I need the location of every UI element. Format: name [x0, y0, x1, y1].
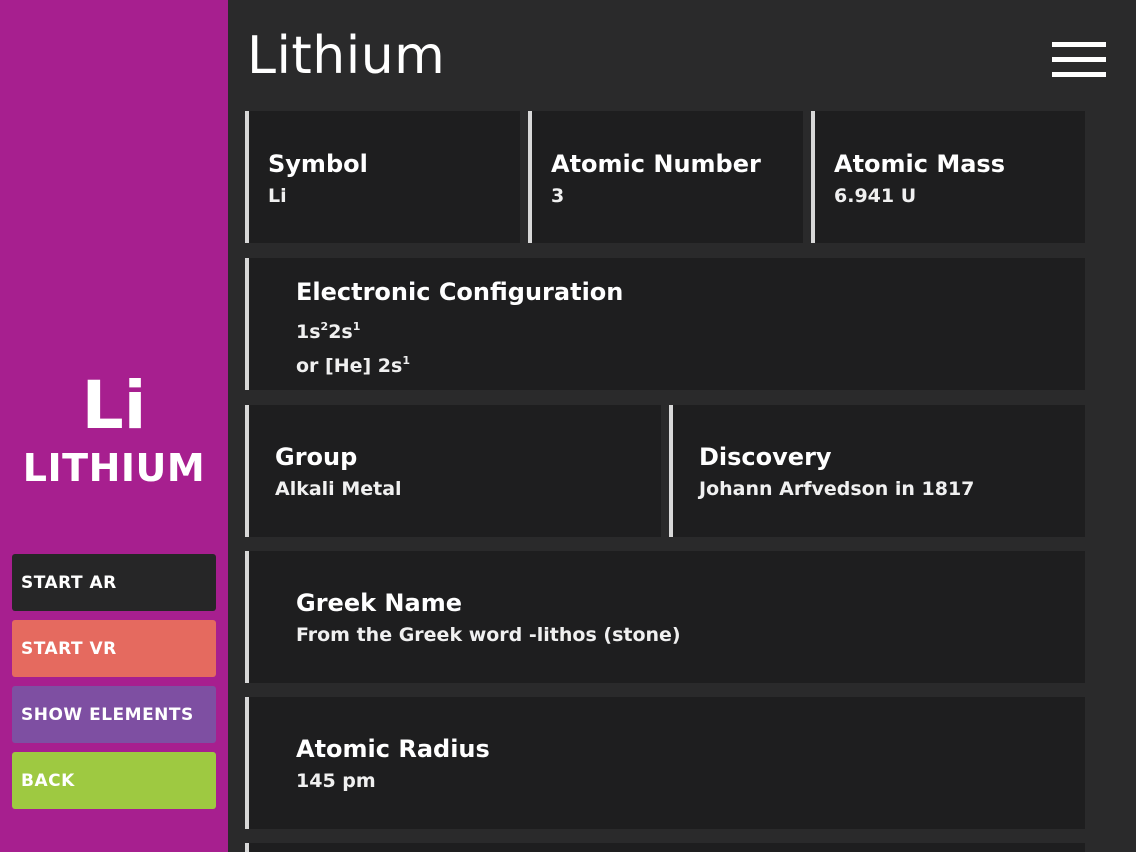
symbol-value: Li	[268, 185, 287, 207]
config-superscript: 1	[352, 320, 361, 333]
discovery-card: Discovery Johann Arfvedson in 1817	[669, 405, 1085, 537]
discovery-value: Johann Arfvedson in 1817	[699, 478, 975, 500]
electronic-configuration-card: Electronic Configuration 1s22s1 or [He] …	[245, 258, 1085, 390]
config-term: 2s	[328, 321, 353, 343]
group-card: Group Alkali Metal	[245, 405, 661, 537]
group-value: Alkali Metal	[275, 478, 402, 500]
config-term: 1s	[296, 321, 321, 343]
atomic-radius-card: Atomic Radius 145 pm	[245, 697, 1085, 829]
greek-name-value: From the Greek word -lithos (stone)	[296, 624, 681, 646]
menu-bar	[1052, 57, 1106, 62]
config-superscript: 1	[402, 354, 410, 367]
show-elements-button[interactable]: SHOW ELEMENTS	[12, 686, 216, 743]
greek-name-card: Greek Name From the Greek word -lithos (…	[245, 551, 1085, 683]
atomic-radius-label: Atomic Radius	[296, 735, 490, 763]
start-vr-button[interactable]: START VR	[12, 620, 216, 677]
back-button[interactable]: BACK	[12, 752, 216, 809]
electronic-configuration-line1: 1s22s1	[296, 315, 360, 344]
atomic-radius-value: 145 pm	[296, 770, 376, 792]
sidebar: Li LITHIUM START AR START VR SHOW ELEMEN…	[0, 0, 228, 852]
atomic-number-label: Atomic Number	[551, 150, 761, 178]
discovery-label: Discovery	[699, 443, 832, 471]
hamburger-menu-icon[interactable]	[1052, 40, 1106, 78]
start-ar-button[interactable]: START AR	[12, 554, 216, 611]
atomic-number-card: Atomic Number 3	[528, 111, 803, 243]
menu-bar	[1052, 42, 1106, 47]
group-label: Group	[275, 443, 358, 471]
page-title: Lithium	[247, 26, 446, 86]
atomic-number-value: 3	[551, 185, 565, 207]
atomic-mass-value: 6.941 U	[834, 185, 917, 207]
menu-bar	[1052, 72, 1106, 77]
electronic-configuration-line2: or [He] 2s1	[296, 349, 410, 378]
element-name: LITHIUM	[22, 446, 206, 490]
symbol-card: Symbol Li	[245, 111, 520, 243]
symbol-label: Symbol	[268, 150, 368, 178]
greek-name-label: Greek Name	[296, 589, 462, 617]
config-term: or [He] 2s	[296, 355, 403, 377]
atomic-mass-label: Atomic Mass	[834, 150, 1005, 178]
electronic-configuration-label: Electronic Configuration	[296, 278, 624, 306]
next-card	[245, 843, 1085, 852]
element-symbol: Li	[81, 367, 147, 444]
atomic-mass-card: Atomic Mass 6.941 U	[811, 111, 1085, 243]
